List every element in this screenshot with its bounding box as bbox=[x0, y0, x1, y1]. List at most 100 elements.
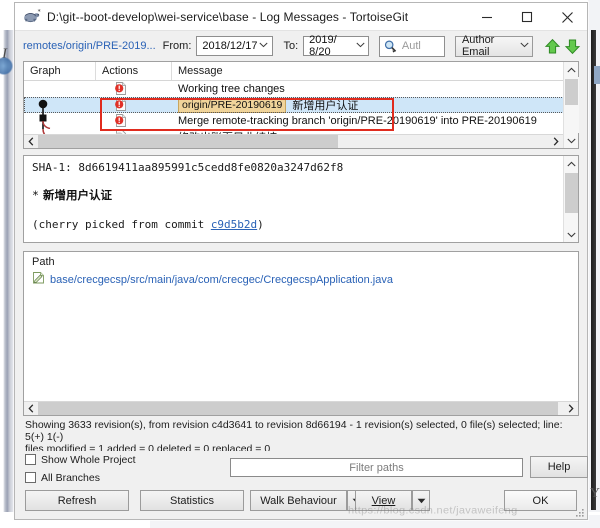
actions-cell bbox=[96, 97, 172, 113]
cherry-prefix: (cherry picked from commit bbox=[32, 218, 211, 231]
search-input[interactable]: Autl bbox=[378, 35, 445, 57]
walk-behaviour-button[interactable]: Walk Behaviour bbox=[250, 490, 347, 511]
sha-label: SHA-1: bbox=[32, 161, 72, 174]
status-summary: Showing 3633 revision(s), from revision … bbox=[25, 419, 577, 451]
cherry-pick-line: (cherry picked from commit c9d5b2d) bbox=[32, 218, 572, 231]
commit-subject: 新增用户认证 bbox=[42, 188, 112, 202]
window-controls bbox=[467, 3, 587, 31]
table-row[interactable]: Working tree changes bbox=[24, 81, 578, 97]
sha-value: 8d6619411aa895991c5cedd8fe0820a3247d62f8 bbox=[78, 161, 344, 174]
log-list-vscrollbar[interactable] bbox=[563, 62, 579, 148]
table-row[interactable]: Merge remote-tracking branch 'origin/PRE… bbox=[24, 113, 578, 129]
list-item[interactable]: base/crecgecsp/src/main/java/com/crecgec… bbox=[24, 268, 578, 289]
to-label: To: bbox=[283, 40, 299, 52]
path-panel-hscrollbar[interactable] bbox=[24, 401, 578, 415]
nav-up-button[interactable] bbox=[544, 37, 561, 56]
background-left-strip-top bbox=[0, 0, 14, 30]
graph-cell bbox=[24, 97, 96, 113]
modified-file-icon bbox=[32, 271, 45, 289]
log-list-hscrollbar[interactable] bbox=[24, 134, 563, 148]
status-line-1: Showing 3633 revision(s), from revision … bbox=[25, 419, 563, 443]
nav-down-button[interactable] bbox=[564, 37, 581, 56]
scroll-left-icon[interactable] bbox=[24, 135, 38, 148]
cherry-hash-link[interactable]: c9d5b2d bbox=[211, 218, 257, 231]
hscroll-thumb[interactable] bbox=[38, 135, 338, 148]
scroll-right-icon[interactable] bbox=[564, 402, 578, 415]
background-right-dark-bar bbox=[591, 30, 596, 510]
svg-text:*: * bbox=[38, 9, 41, 16]
scroll-down-icon[interactable] bbox=[564, 227, 579, 242]
tortoisegit-icon: * bbox=[23, 8, 41, 25]
chevron-down-icon bbox=[257, 42, 270, 50]
file-path: base/crecgecsp/src/main/java/com/crecgec… bbox=[50, 274, 393, 286]
graph-cell bbox=[24, 113, 96, 129]
window-title: D:\git--boot-develop\wei-service\base - … bbox=[47, 9, 409, 24]
cherry-suffix: ) bbox=[257, 218, 264, 231]
watermark-text: https://blog.csdn.net/javaweifeng bbox=[348, 505, 518, 517]
hscroll-track[interactable] bbox=[338, 135, 549, 148]
walk-behaviour-label: Walk Behaviour bbox=[260, 494, 337, 507]
search-placeholder: Autl bbox=[401, 40, 421, 52]
close-button[interactable] bbox=[547, 3, 587, 31]
log-list-rows: Working tree changes origin/PRE-20190619… bbox=[24, 81, 578, 137]
magnifier-icon bbox=[380, 39, 402, 54]
resize-grip[interactable] bbox=[573, 505, 585, 517]
hscroll-thumb[interactable] bbox=[38, 402, 558, 415]
scroll-right-icon[interactable] bbox=[549, 135, 563, 148]
to-date-value: 2019/ 8/20 bbox=[309, 34, 337, 58]
commit-message-vscrollbar[interactable] bbox=[563, 156, 578, 242]
scroll-left-icon[interactable] bbox=[24, 402, 38, 415]
commit-message: Working tree changes bbox=[178, 83, 285, 95]
background-right-glyph: Y bbox=[589, 486, 600, 501]
vscroll-thumb[interactable] bbox=[564, 173, 578, 213]
vscroll-thumb[interactable] bbox=[564, 79, 578, 105]
graph-cell bbox=[24, 81, 96, 97]
scroll-down-icon[interactable] bbox=[564, 133, 579, 148]
minimize-button[interactable] bbox=[467, 3, 507, 31]
vscroll-track[interactable] bbox=[563, 77, 579, 133]
commit-subject-line: * 新增用户认证 bbox=[32, 187, 572, 203]
column-header-actions[interactable]: Actions bbox=[96, 62, 172, 80]
scroll-up-icon[interactable] bbox=[564, 156, 579, 171]
filter-paths-placeholder: Filter paths bbox=[349, 461, 404, 474]
help-button[interactable]: Help bbox=[530, 456, 588, 478]
status-line-2: files modified = 1 added = 0 deleted = 0… bbox=[25, 443, 271, 451]
table-row[interactable]: origin/PRE-20190619 新增用户认证 bbox=[24, 97, 578, 113]
background-right-handle bbox=[594, 66, 600, 84]
log-list-panel: Graph Actions Message Working tree chang… bbox=[23, 61, 579, 149]
message-cell: Working tree changes bbox=[172, 81, 578, 97]
message-cell: origin/PRE-20190619 新增用户认证 bbox=[172, 97, 578, 113]
bullet-glyph: * bbox=[32, 188, 39, 202]
path-column-header[interactable]: Path bbox=[24, 252, 578, 268]
log-list-header: Graph Actions Message bbox=[24, 62, 578, 81]
author-filter-select[interactable]: Author Email bbox=[454, 34, 533, 58]
title-bar[interactable]: * D:\git--boot-develop\wei-service\base … bbox=[15, 3, 587, 31]
column-header-graph[interactable]: Graph bbox=[24, 62, 96, 80]
branch-selector-link[interactable]: remotes/origin/PRE-2019... bbox=[23, 40, 156, 52]
from-date-picker[interactable]: 2018/12/17 bbox=[196, 36, 274, 56]
from-label: From: bbox=[162, 40, 192, 52]
from-date-value: 2018/12/17 bbox=[202, 40, 258, 52]
author-filter-value: Author Email bbox=[461, 34, 495, 58]
to-date-picker[interactable]: 2019/ 8/20 bbox=[303, 34, 369, 58]
filter-toolbar: remotes/origin/PRE-2019... From: 2018/12… bbox=[15, 31, 587, 61]
maximize-button[interactable] bbox=[507, 3, 547, 31]
background-blue-marker bbox=[0, 57, 13, 75]
checkbox-box[interactable] bbox=[25, 472, 36, 483]
statistics-button[interactable]: Statistics bbox=[140, 490, 244, 511]
commit-message: Merge remote-tracking branch 'origin/PRE… bbox=[178, 115, 537, 127]
vscroll-track[interactable] bbox=[563, 171, 578, 227]
filter-paths-input[interactable]: Filter paths bbox=[230, 458, 523, 477]
checkbox-label: All Branches bbox=[41, 471, 100, 484]
commit-message-panel[interactable]: SHA-1: 8d6619411aa895991c5cedd8fe0820a32… bbox=[23, 155, 579, 243]
commit-message: 新增用户认证 bbox=[292, 99, 359, 112]
options-row: Show Whole Project All Branches Filter p… bbox=[25, 452, 588, 486]
actions-cell bbox=[96, 81, 172, 97]
background-left-strip bbox=[0, 0, 14, 528]
actions-cell bbox=[96, 113, 172, 129]
commit-sha-line: SHA-1: 8d6619411aa895991c5cedd8fe0820a32… bbox=[32, 161, 572, 174]
scroll-up-icon[interactable] bbox=[564, 62, 579, 77]
column-header-message[interactable]: Message bbox=[172, 62, 578, 80]
refresh-button[interactable]: Refresh bbox=[25, 490, 129, 511]
checkbox-box[interactable] bbox=[25, 454, 36, 465]
